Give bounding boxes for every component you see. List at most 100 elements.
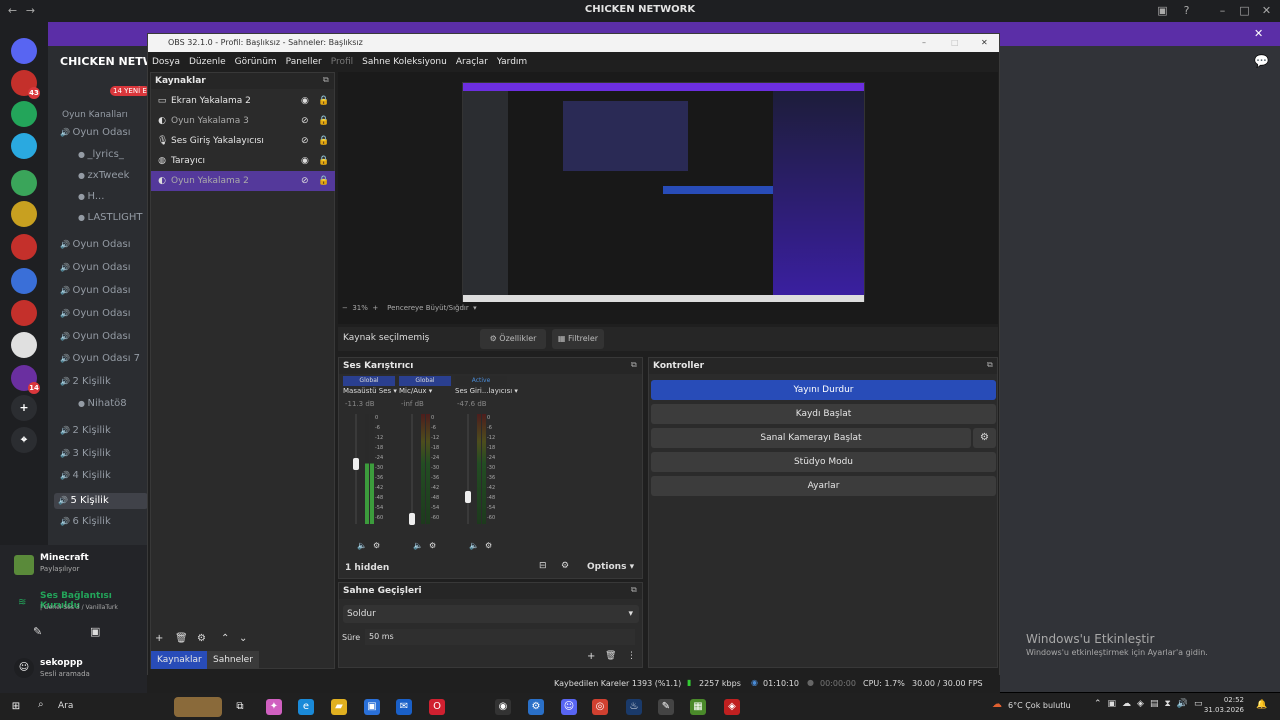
voice-user[interactable]: ● H... xyxy=(78,191,104,202)
virtual-camera-button[interactable]: Sanal Kamerayı Başlat xyxy=(651,428,971,448)
tray-icons[interactable]: ⌃▣☁◈▤⧗🔊▭ xyxy=(1094,699,1209,709)
search-icon[interactable]: ⌕ xyxy=(38,699,44,710)
search-highlight[interactable] xyxy=(174,697,222,717)
server-icon[interactable]: 43 xyxy=(11,70,40,99)
lock-icon[interactable]: 🔒 xyxy=(318,111,329,131)
channel-item[interactable]: 🔊 2 Kişilik xyxy=(60,376,111,387)
server-icon[interactable] xyxy=(11,234,37,260)
source-settings-icon[interactable]: ⚙ xyxy=(197,633,206,644)
mute-icon[interactable]: 🔈 xyxy=(357,541,367,550)
noise-icon[interactable]: ✎ xyxy=(33,625,42,638)
menu-view[interactable]: Görünüm xyxy=(235,57,277,67)
close-notification-icon[interactable]: ✕ xyxy=(1254,27,1263,40)
opera-icon[interactable]: O xyxy=(429,699,445,715)
source-item[interactable]: ◐ Oyun Yakalama 3 ⊘ 🔒 xyxy=(151,111,335,131)
store-icon[interactable]: ▣ xyxy=(364,699,380,715)
eye-icon[interactable]: ◉ xyxy=(301,151,309,171)
lock-icon[interactable]: 🔒 xyxy=(318,131,329,151)
voice-user[interactable]: ● zxTweek xyxy=(78,170,129,181)
inbox-icon[interactable]: ▣ xyxy=(1156,4,1169,17)
server-icon[interactable]: ⌖ xyxy=(11,427,37,453)
channel-item[interactable]: 🔊 Oyun Odası xyxy=(60,285,131,296)
server-icon[interactable] xyxy=(11,101,37,127)
source-item[interactable]: ▭ Ekran Yakalama 2 ◉ 🔒 xyxy=(151,91,335,111)
obs-minimize-icon[interactable]: – xyxy=(922,34,926,52)
obs-close-icon[interactable]: ✕ xyxy=(981,34,988,52)
channel-settings-icon[interactable]: ⚙ xyxy=(373,541,380,550)
server-icon[interactable]: + xyxy=(11,395,37,421)
lock-icon[interactable]: 🔒 xyxy=(318,91,329,111)
mute-icon[interactable]: 🔈 xyxy=(469,541,479,550)
user-name[interactable]: sekoppp xyxy=(40,658,83,668)
server-icon[interactable]: 14 xyxy=(11,365,40,394)
tab-scenes[interactable]: Sahneler xyxy=(207,651,259,669)
clock-time[interactable]: 02:52 xyxy=(1210,696,1244,704)
voice-user[interactable]: ● Nihatö8 xyxy=(78,398,127,409)
eye-hidden-icon[interactable]: ⊘ xyxy=(301,111,309,131)
channel-item[interactable]: 🔊 Oyun Odası xyxy=(60,262,131,273)
start-icon[interactable]: ⊞ xyxy=(8,699,24,715)
lock-icon[interactable]: 🔒 xyxy=(318,171,329,191)
notification-icon[interactable]: 🔔 xyxy=(1256,700,1267,710)
settings-button[interactable]: Ayarlar xyxy=(651,476,996,496)
zoom-fit[interactable]: Pencereye Büyüt/Sığdır xyxy=(387,304,469,312)
remove-source-icon[interactable]: 🗑 xyxy=(175,633,188,644)
volume-slider-handle[interactable] xyxy=(409,512,415,525)
add-transition-icon[interactable]: + xyxy=(587,651,595,662)
source-item[interactable]: ◐ Oyun Yakalama 2 ⊘ 🔒 xyxy=(151,171,335,191)
steam-icon[interactable]: ♨ xyxy=(626,699,642,715)
discord-icon[interactable]: ☺ xyxy=(561,699,577,715)
server-icon[interactable] xyxy=(11,38,37,64)
tab-sources[interactable]: Kaynaklar xyxy=(151,651,208,669)
source-item[interactable]: ◍ Tarayıcı ◉ 🔒 xyxy=(151,151,335,171)
settings-icon[interactable]: ⚙ xyxy=(528,699,544,715)
weather-text[interactable]: 6°C Çok bulutlu xyxy=(1008,701,1071,710)
menu-tools[interactable]: Araçlar xyxy=(456,57,488,67)
minecraft-icon[interactable]: ▦ xyxy=(690,699,706,715)
volume-slider-handle[interactable] xyxy=(353,457,359,470)
edge-icon[interactable]: e xyxy=(298,699,314,715)
menu-help[interactable]: Yardım xyxy=(497,57,527,67)
voice-channel[interactable]: | Genel Ses 3 / VanillaTurk xyxy=(40,604,118,611)
channel-settings-icon[interactable]: ⚙ xyxy=(429,541,436,550)
task-view-icon[interactable]: ⧉ xyxy=(232,699,248,715)
server-icon[interactable] xyxy=(11,133,37,159)
channel-item[interactable]: 🔊 Oyun Odası xyxy=(60,308,131,319)
help-icon[interactable]: ? xyxy=(1180,4,1193,17)
screen-icon[interactable]: ▣ xyxy=(90,625,100,638)
search-box[interactable]: Ara xyxy=(58,701,73,711)
transition-select[interactable]: Soldur ▾ xyxy=(343,605,639,623)
channel-settings-icon[interactable]: ⚙ xyxy=(485,541,492,550)
channel-item[interactable]: 🔊 3 Kişilik xyxy=(60,448,111,459)
move-up-icon[interactable]: ⌃ xyxy=(221,633,229,644)
add-source-icon[interactable]: + xyxy=(155,633,163,644)
transition-menu-icon[interactable]: ⋮ xyxy=(627,651,636,661)
stop-stream-button[interactable]: Yayını Durdur xyxy=(651,380,996,400)
server-icon[interactable] xyxy=(11,201,37,227)
eye-hidden-icon[interactable]: ⊘ xyxy=(301,131,309,151)
start-record-button[interactable]: Kaydı Başlat xyxy=(651,404,996,424)
channel-item[interactable]: 🔊 6 Kişilik xyxy=(60,516,111,527)
preview-area[interactable]: − 31% + Pencereye Büyüt/Sığdır ▾ xyxy=(338,72,998,324)
maximize-icon[interactable]: □ xyxy=(1238,4,1251,17)
app-icon[interactable]: ✎ xyxy=(658,699,674,715)
close-icon[interactable]: ✕ xyxy=(1260,4,1273,17)
server-icon[interactable] xyxy=(11,332,37,358)
channel-name[interactable]: Ses Giri...layıcısı ▾ xyxy=(455,387,518,395)
mixer-settings-icon[interactable]: ⚙ xyxy=(561,561,569,571)
mixer-options-button[interactable]: Options ▾ xyxy=(587,562,634,572)
filters-button[interactable]: ▦ Filtreler xyxy=(552,329,604,349)
channel-item[interactable]: 🔊 4 Kişilik xyxy=(60,470,111,481)
mixer-float-icon[interactable]: ⧉ xyxy=(631,360,637,370)
channel-name[interactable]: Masaüstü Ses ▾ xyxy=(343,387,399,395)
browser-icon[interactable]: ◈ xyxy=(724,699,740,715)
category-label[interactable]: Oyun Kanalları xyxy=(62,110,128,120)
move-down-icon[interactable]: ⌄ xyxy=(239,633,247,644)
server-icon[interactable] xyxy=(11,300,37,326)
chat-icon[interactable]: 💬 xyxy=(1254,54,1269,68)
channel-item[interactable]: 🔊 Oyun Odası xyxy=(60,239,131,250)
mute-icon[interactable]: 🔈 xyxy=(413,541,423,550)
volume-slider-track[interactable] xyxy=(467,414,469,524)
channel-item[interactable]: 🔊 Oyun Odası xyxy=(60,331,131,342)
volume-slider-track[interactable] xyxy=(411,414,413,524)
